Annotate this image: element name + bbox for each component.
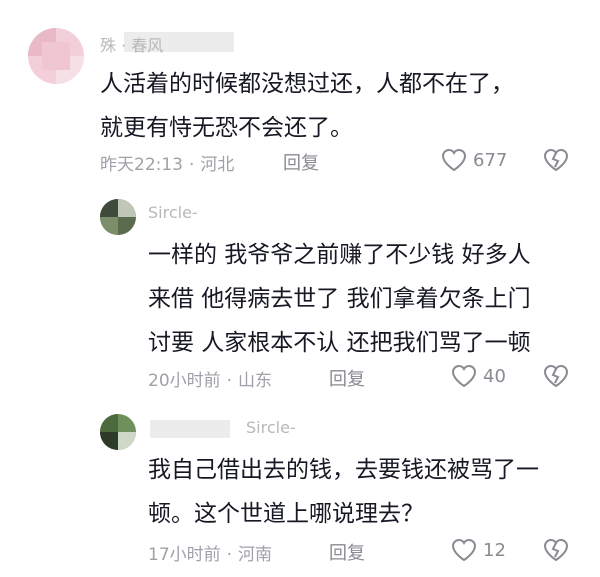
- like-count: 12: [483, 539, 506, 561]
- avatar[interactable]: [28, 28, 84, 84]
- comment-line: 顿。这个世道上哪说理去？: [148, 501, 424, 527]
- comment-1: 殊 · 春风 人活着的时候都没想过还，人都不在了， 就更有恃无恐不会还了。 昨天…: [0, 0, 600, 185]
- location: 河北: [200, 155, 235, 175]
- avatar[interactable]: [100, 199, 136, 235]
- comment-3: Sircle- 我自己借出去的钱，去要钱还被骂了一 顿。这个世道上哪说理去？ 1…: [0, 400, 600, 577]
- avatar[interactable]: [100, 414, 136, 450]
- comment-line: 人活着的时候都没想过还，人都不在了，: [100, 71, 514, 97]
- location: 山东: [238, 371, 273, 391]
- like-button[interactable]: 12: [451, 538, 506, 562]
- comment-meta: 17小时前 · 河南: [148, 540, 272, 565]
- like-button[interactable]: 677: [441, 148, 507, 172]
- username[interactable]: Sircle-: [246, 418, 296, 437]
- reply-button[interactable]: 回复: [283, 149, 319, 175]
- broken-heart-icon[interactable]: [543, 148, 569, 172]
- comment-line: 来借 他得病去世了 我们拿着欠条上门: [148, 286, 531, 312]
- reply-button[interactable]: 回复: [329, 539, 365, 565]
- username[interactable]: Sircle-: [148, 203, 198, 222]
- separator-dot: ·: [226, 371, 233, 391]
- username-blur: [150, 420, 230, 438]
- broken-heart-icon[interactable]: [543, 364, 569, 388]
- separator-dot: ·: [226, 545, 233, 565]
- comment-meta: 昨天22:13 · 河北: [100, 150, 234, 175]
- heart-icon: [441, 148, 467, 172]
- comment-line: 我自己借出去的钱，去要钱还被骂了一: [148, 457, 539, 483]
- timestamp: 昨天22:13: [100, 155, 183, 175]
- comment-line: 一样的 我爷爷之前赚了不少钱 好多人: [148, 242, 531, 268]
- comment-line: 讨要 人家根本不认 还把我们骂了一顿: [148, 330, 531, 356]
- location: 河南: [238, 545, 273, 565]
- comment-meta: 20小时前 · 山东: [148, 366, 272, 391]
- like-count: 677: [473, 149, 508, 171]
- broken-heart-icon[interactable]: [543, 538, 569, 562]
- timestamp: 17小时前: [148, 545, 221, 565]
- reply-button[interactable]: 回复: [329, 365, 365, 391]
- like-button[interactable]: 40: [451, 364, 506, 388]
- heart-icon: [451, 538, 477, 562]
- separator-dot: ·: [189, 155, 195, 175]
- timestamp: 20小时前: [148, 371, 221, 391]
- comment-line: 就更有恃无恐不会还了。: [100, 115, 353, 141]
- comment-2: Sircle- 一样的 我爷爷之前赚了不少钱 好多人 来借 他得病去世了 我们拿…: [0, 185, 600, 400]
- username[interactable]: 殊 · 春风: [100, 32, 163, 56]
- heart-icon: [451, 364, 477, 388]
- like-count: 40: [483, 365, 506, 387]
